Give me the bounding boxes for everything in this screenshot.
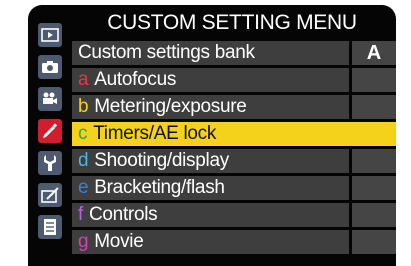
menu-tab-sidebar <box>34 23 64 266</box>
item-label: Controls <box>88 204 158 225</box>
item-letter: f <box>78 204 83 225</box>
wrench-icon <box>44 155 56 171</box>
my-menu-tab[interactable] <box>38 215 62 239</box>
item-label: Bracketing/flash <box>94 177 225 198</box>
movie-camera-icon <box>43 92 57 104</box>
item-side-cell <box>352 230 396 254</box>
pencil-icon <box>43 123 58 138</box>
item-side-cell <box>352 95 396 119</box>
item-side-cell <box>352 176 396 200</box>
item-label: Movie <box>94 231 144 252</box>
camera-menu-screen: CUSTOM SETTING MENU Custom settings bank… <box>28 5 396 266</box>
item-label: Shooting/display <box>94 150 229 171</box>
item-letter: a <box>78 69 89 90</box>
item-letter: d <box>78 150 89 171</box>
bank-value: A <box>352 41 396 65</box>
item-letter: b <box>78 96 89 117</box>
camera-icon <box>42 61 58 73</box>
retouch-tab[interactable] <box>38 183 62 207</box>
menu-item-metering-exposure[interactable]: b Metering/exposure <box>72 95 396 119</box>
item-side-cell <box>352 203 396 227</box>
playback-tab[interactable] <box>38 23 62 47</box>
item-letter: g <box>78 231 89 252</box>
movie-shooting-tab[interactable] <box>38 87 62 111</box>
item-side-cell <box>352 122 396 146</box>
menu-item-shooting-display[interactable]: d Shooting/display <box>72 149 396 173</box>
menu-item-autofocus[interactable]: a Autofocus <box>72 68 396 92</box>
item-label: Autofocus <box>94 69 177 90</box>
menu-item-movie[interactable]: g Movie <box>72 230 396 254</box>
item-letter: e <box>78 177 89 198</box>
retouch-icon <box>41 187 59 203</box>
my-menu-icon <box>44 219 56 235</box>
custom-setting-tab[interactable] <box>38 119 62 143</box>
playback-icon <box>41 28 59 42</box>
item-label: Timers/AE lock <box>93 123 217 144</box>
menu-item-timers-ae-lock[interactable]: c Timers/AE lock <box>72 122 396 146</box>
item-side-cell <box>352 68 396 92</box>
setup-tab[interactable] <box>38 151 62 175</box>
photo-shooting-tab[interactable] <box>38 55 62 79</box>
row-label: Custom settings bank <box>78 42 255 63</box>
custom-settings-bank-row[interactable]: Custom settings bank A <box>72 41 396 65</box>
item-label: Metering/exposure <box>94 96 247 117</box>
item-side-cell <box>352 149 396 173</box>
menu-item-controls[interactable]: f Controls <box>72 203 396 227</box>
menu-title: CUSTOM SETTING MENU <box>107 11 357 34</box>
menu-item-bracketing-flash[interactable]: e Bracketing/flash <box>72 176 396 200</box>
item-letter: c <box>78 123 88 144</box>
